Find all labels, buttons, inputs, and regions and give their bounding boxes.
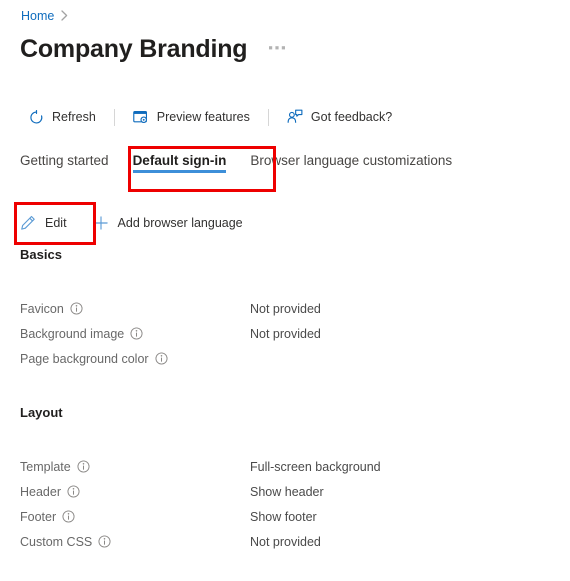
property-label-custom-css: Custom CSS: [20, 535, 250, 549]
tab-active-indicator: [132, 170, 227, 173]
chevron-right-icon: [61, 9, 68, 23]
property-label-text: Header: [20, 484, 61, 499]
ellipsis-icon[interactable]: [265, 36, 289, 62]
property-value-custom-css: Not provided: [250, 534, 321, 549]
page-title-row: Company Branding: [20, 33, 289, 65]
property-row-background-image: Background image Not provided: [20, 321, 540, 346]
info-icon[interactable]: [98, 535, 111, 548]
info-icon[interactable]: [130, 327, 143, 340]
property-label-text: Custom CSS: [20, 534, 93, 549]
command-separator: [113, 108, 115, 126]
tab-browser-language-customizations[interactable]: Browser language customizations: [250, 151, 465, 178]
section-heading-layout: Layout: [20, 405, 63, 420]
got-feedback-button[interactable]: Got feedback?: [278, 103, 401, 131]
property-label-footer: Footer: [20, 510, 250, 524]
property-label-header: Header: [20, 485, 250, 499]
property-label-background-image: Background image: [20, 327, 250, 341]
property-value-template: Full-screen background: [250, 459, 381, 474]
tab-default-sign-in-label: Default sign-in: [132, 153, 227, 168]
command-separator: [267, 108, 269, 126]
property-label-text: Background image: [20, 326, 125, 341]
property-label-page-background-color: Page background color: [20, 352, 250, 366]
add-browser-language-button[interactable]: Add browser language: [93, 210, 243, 236]
property-row-custom-css: Custom CSS Not provided: [20, 529, 540, 554]
refresh-icon: [29, 109, 44, 125]
property-label-text: Page background color: [20, 351, 149, 366]
property-label-favicon: Favicon: [20, 302, 250, 316]
property-label-text: Footer: [20, 509, 57, 524]
tab-list: Getting started Default sign-in Browser …: [20, 151, 477, 185]
refresh-label: Refresh: [52, 110, 96, 124]
page-title: Company Branding: [20, 35, 248, 63]
preview-features-button[interactable]: Preview features: [124, 103, 259, 131]
got-feedback-label: Got feedback?: [310, 110, 393, 124]
section-heading-basics: Basics: [20, 247, 62, 262]
property-label-text: Favicon: [20, 301, 64, 316]
breadcrumb-home-link[interactable]: Home: [21, 9, 54, 23]
info-icon[interactable]: [67, 485, 80, 498]
property-row-footer: Footer Show footer: [20, 504, 540, 529]
edit-label: Edit: [45, 216, 67, 230]
info-icon[interactable]: [62, 510, 75, 523]
property-row-template: Template Full-screen background: [20, 454, 540, 479]
plus-icon: [93, 215, 109, 231]
property-value-favicon: Not provided: [250, 301, 321, 316]
tab-default-sign-in[interactable]: Default sign-in: [132, 151, 231, 178]
breadcrumb: Home: [21, 9, 68, 23]
property-label-text: Template: [20, 459, 71, 474]
info-icon[interactable]: [155, 352, 168, 365]
property-value-background-image: Not provided: [250, 326, 321, 341]
property-row-page-background-color: Page background color: [20, 346, 540, 371]
preview-features-label: Preview features: [156, 110, 250, 124]
add-browser-language-label: Add browser language: [117, 216, 243, 230]
action-bar: Edit Add browser language: [20, 209, 243, 237]
info-icon[interactable]: [77, 460, 90, 473]
property-value-footer: Show footer: [250, 509, 317, 524]
property-label-template: Template: [20, 460, 250, 474]
preview-features-icon: [133, 110, 149, 125]
command-bar: Refresh Preview features Got feedback?: [20, 102, 401, 132]
tab-getting-started[interactable]: Getting started: [20, 151, 113, 178]
layout-property-list: Template Full-screen background Header S…: [20, 454, 540, 554]
property-row-favicon: Favicon Not provided: [20, 296, 540, 321]
feedback-icon: [287, 109, 303, 125]
tab-browser-language-customizations-label: Browser language customizations: [250, 153, 453, 168]
basics-property-list: Favicon Not provided Background image No…: [20, 296, 540, 371]
pencil-icon: [20, 215, 36, 231]
refresh-button[interactable]: Refresh: [20, 103, 105, 131]
property-row-header: Header Show header: [20, 479, 540, 504]
property-value-header: Show header: [250, 484, 324, 499]
info-icon[interactable]: [70, 302, 83, 315]
edit-button[interactable]: Edit: [20, 210, 67, 236]
tab-getting-started-label: Getting started: [20, 153, 109, 168]
